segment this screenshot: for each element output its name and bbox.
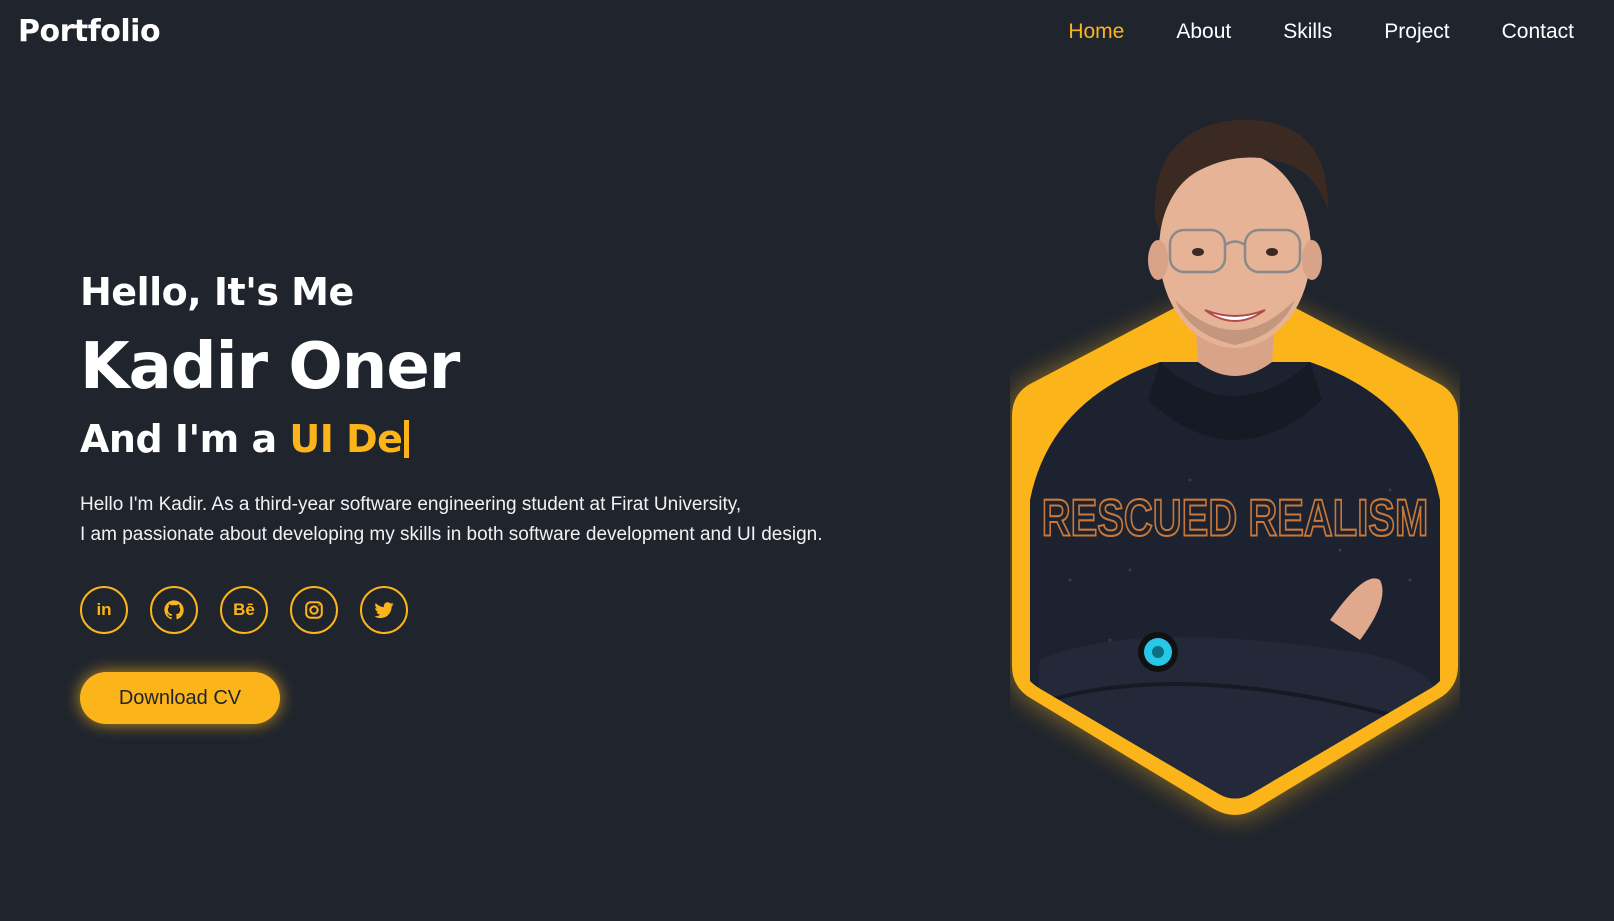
page: Portfolio Home About Skills Project Cont… xyxy=(0,0,1614,921)
download-cv-button[interactable]: Download CV xyxy=(80,672,280,724)
nav-skills[interactable]: Skills xyxy=(1283,20,1332,44)
instagram-link[interactable] xyxy=(290,586,338,634)
behance-link[interactable]: Bē xyxy=(220,586,268,634)
main-nav: Home About Skills Project Contact xyxy=(1016,20,1574,44)
github-icon xyxy=(163,599,185,621)
profile-photo: RESCUED REALISM xyxy=(1010,100,1460,840)
bio-line-1: Hello I'm Kadir. As a third-year softwar… xyxy=(80,494,742,515)
role-prefix: And I'm a xyxy=(80,417,290,461)
nav-home[interactable]: Home xyxy=(1068,20,1124,44)
bio: Hello I'm Kadir. As a third-year softwar… xyxy=(80,490,1020,550)
role-typed: UI De xyxy=(289,417,403,461)
twitter-icon xyxy=(373,599,395,621)
linkedin-icon: in xyxy=(96,600,112,619)
bio-line-2: I am passionate about developing my skil… xyxy=(80,524,823,545)
nav-project[interactable]: Project xyxy=(1384,20,1449,44)
linkedin-link[interactable]: in xyxy=(80,586,128,634)
instagram-icon xyxy=(303,599,325,621)
role-line: And I'm a UI De xyxy=(80,414,1020,464)
nav-about[interactable]: About xyxy=(1176,20,1231,44)
hero-name: Kadir Oner xyxy=(80,330,460,404)
hero-section: Hello, It's Me Kadir Oner And I'm a UI D… xyxy=(80,268,1020,724)
social-links: in Bē xyxy=(80,586,1020,634)
github-link[interactable] xyxy=(150,586,198,634)
shirt-print: RESCUED REALISM xyxy=(1042,488,1429,546)
header: Portfolio Home About Skills Project Cont… xyxy=(0,0,1614,72)
typing-cursor xyxy=(404,420,410,458)
greeting: Hello, It's Me xyxy=(80,270,354,314)
behance-icon: Bē xyxy=(233,600,255,619)
nav-contact[interactable]: Contact xyxy=(1502,20,1574,44)
logo[interactable]: Portfolio xyxy=(18,14,161,49)
twitter-link[interactable] xyxy=(360,586,408,634)
